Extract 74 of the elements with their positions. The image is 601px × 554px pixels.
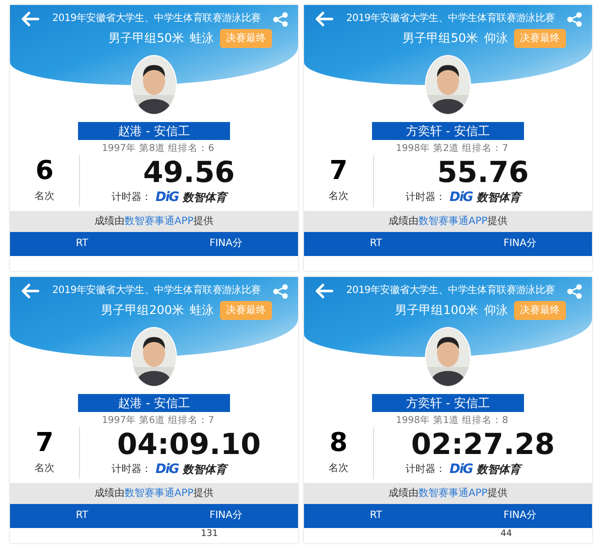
- round-button[interactable]: 决赛最终: [220, 29, 272, 48]
- rank-label: 名次: [328, 191, 348, 203]
- timer-label: 计时器：: [406, 462, 446, 476]
- rank-label: 名次: [34, 191, 54, 203]
- event-name: 男子甲组100米: [395, 302, 478, 319]
- logo-text: 数智体育: [476, 190, 520, 205]
- timer-label: 计时器：: [406, 190, 446, 204]
- competition-title: 2019年安徽省大学生、中学生体育联赛游泳比赛: [346, 284, 555, 298]
- share-icon[interactable]: [273, 12, 288, 26]
- heat-info: 1998年 第2道 组排名：7: [394, 143, 510, 155]
- rank-label: 名次: [328, 463, 348, 475]
- table-cell: 131: [200, 529, 218, 539]
- competition-title: 2019年安徽省大学生、中学生体育联赛游泳比赛: [346, 12, 555, 26]
- timer-label: 计时器：: [112, 462, 152, 476]
- rank-number: 6: [35, 155, 54, 187]
- competition-title: 2019年安徽省大学生、中学生体育联赛游泳比赛: [52, 12, 261, 26]
- competition-title: 2019年安徽省大学生、中学生体育联赛游泳比赛: [52, 284, 261, 298]
- column-header: RT: [74, 237, 90, 250]
- app-link[interactable]: 数智赛事通APP: [124, 488, 194, 499]
- heat-info: 1997年 第8道 组排名：6: [100, 143, 216, 155]
- round-button[interactable]: 决赛最终: [514, 301, 566, 320]
- rank-number: 7: [329, 155, 348, 187]
- table-cell: 44: [500, 529, 512, 539]
- logo-letters: DiG: [156, 190, 178, 205]
- result-time: 04:09.10: [117, 427, 261, 461]
- heat-info: 1997年 第6道 组排名：7: [100, 415, 216, 427]
- credit-text: 成绩由数智赛事通APP提供: [388, 216, 508, 227]
- result-time: 49.56: [143, 155, 235, 189]
- share-icon[interactable]: [273, 284, 288, 298]
- column-header: FINA分: [208, 237, 244, 250]
- column-header: FINA分: [208, 509, 244, 522]
- back-arrow-icon[interactable]: [20, 283, 40, 299]
- round-button[interactable]: 决赛最终: [220, 301, 272, 320]
- logo-letters: DiG: [156, 462, 178, 477]
- logo-letters: DiG: [450, 190, 472, 205]
- athlete-name: 赵港 - 安信工: [78, 394, 230, 412]
- athlete-name: 赵港 - 安信工: [78, 122, 230, 140]
- logo-text: 数智体育: [182, 190, 226, 205]
- column-header: FINA分: [502, 509, 538, 522]
- rank-number: 8: [329, 427, 348, 459]
- result-time: 55.76: [437, 155, 529, 189]
- app-link[interactable]: 数智赛事通APP: [418, 488, 488, 499]
- logo-text: 数智体育: [182, 462, 226, 477]
- credit-text: 成绩由数智赛事通APP提供: [94, 216, 214, 227]
- timer-label: 计时器：: [112, 190, 152, 204]
- back-arrow-icon[interactable]: [20, 11, 40, 27]
- back-arrow-icon[interactable]: [314, 11, 334, 27]
- stroke-name: 仰泳: [484, 302, 508, 319]
- round-button[interactable]: 决赛最终: [514, 29, 566, 48]
- athlete-name: 方奕轩 - 安信工: [372, 394, 524, 412]
- column-header: FINA分: [502, 237, 538, 250]
- back-arrow-icon[interactable]: [314, 283, 334, 299]
- logo-letters: DiG: [450, 462, 472, 477]
- rank-label: 名次: [34, 463, 54, 475]
- credit-text: 成绩由数智赛事通APP提供: [94, 488, 214, 499]
- credit-text: 成绩由数智赛事通APP提供: [388, 488, 508, 499]
- app-link[interactable]: 数智赛事通APP: [124, 216, 194, 227]
- event-name: 男子甲组50米: [108, 30, 184, 47]
- stroke-name: 蛙泳: [190, 30, 214, 47]
- stroke-name: 仰泳: [484, 30, 508, 47]
- column-header: RT: [74, 509, 90, 522]
- rank-number: 7: [35, 427, 54, 459]
- column-header: RT: [368, 237, 384, 250]
- athlete-name: 方奕轩 - 安信工: [372, 122, 524, 140]
- event-name: 男子甲组200米: [101, 302, 184, 319]
- share-icon[interactable]: [567, 284, 582, 298]
- stroke-name: 蛙泳: [190, 302, 214, 319]
- column-header: RT: [368, 509, 384, 522]
- app-link[interactable]: 数智赛事通APP: [418, 216, 488, 227]
- result-time: 02:27.28: [411, 427, 555, 461]
- heat-info: 1998年 第1道 组排名：8: [394, 415, 510, 427]
- logo-text: 数智体育: [476, 462, 520, 477]
- event-name: 男子甲组50米: [402, 30, 478, 47]
- share-icon[interactable]: [567, 12, 582, 26]
